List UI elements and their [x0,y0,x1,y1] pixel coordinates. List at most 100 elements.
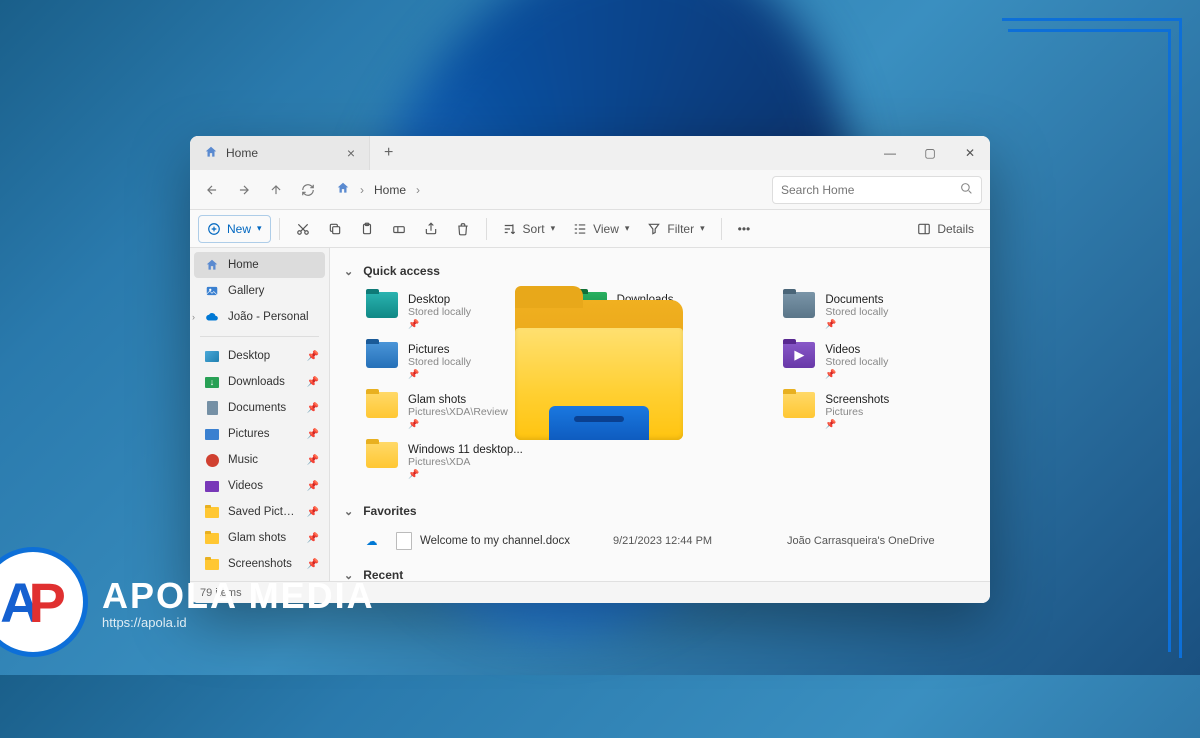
qa-subtitle: Stored locally [408,306,471,318]
chevron-right-icon: › [360,183,364,197]
address-bar: › Home › [190,170,990,210]
sidebar-item-label: Gallery [228,285,264,297]
chevron-right-icon: › [416,183,420,197]
new-tab-button[interactable]: + [370,136,407,170]
up-button[interactable] [262,176,290,204]
refresh-button[interactable] [294,176,322,204]
sidebar-item-saved-pictures[interactable]: Saved Pictures📌 [190,499,329,525]
minimize-button[interactable]: — [870,136,910,170]
music-icon [204,452,220,468]
watermark-url: https://apola.id [102,615,375,630]
pin-icon: 📌 [307,481,319,492]
qa-title: Screenshots [825,394,889,406]
folder-icon [204,504,220,520]
folder-icon [366,392,398,418]
home-icon [204,257,220,273]
quick-access-windows-desktop-[interactable]: Windows 11 desktop...Pictures\XDA📌 [366,440,559,484]
chevron-down-icon: ▾ [551,223,556,234]
copy-button[interactable] [320,215,350,243]
quick-access-screenshots[interactable]: ScreenshotsPictures📌 [783,390,976,434]
chevron-down-icon: ▾ [625,223,630,234]
titlebar: Home × + — ▢ ✕ [190,136,990,170]
watermark-brand: APOLA MEDIA [102,575,375,617]
search-input[interactable] [781,183,954,197]
folder-icon [783,392,815,418]
pin-icon: 📌 [408,369,471,380]
pin-icon: 📌 [825,319,888,330]
chevron-down-icon: ⌄ [344,505,353,518]
sidebar-item-music[interactable]: Music📌 [190,447,329,473]
sidebar-item-label: Home [228,259,259,271]
pin-icon: 📌 [408,469,523,480]
cloud-icon: ☁ [366,534,392,548]
share-button[interactable] [416,215,446,243]
tab-home[interactable]: Home × [190,136,370,170]
forward-button[interactable] [230,176,258,204]
sort-button[interactable]: Sort ▾ [495,215,564,243]
qa-subtitle: Stored locally [825,356,888,368]
paste-button[interactable] [352,215,382,243]
search-box[interactable] [772,176,982,204]
chevron-right-icon: › [192,312,195,322]
breadcrumb-home[interactable]: Home [374,183,406,197]
filter-button[interactable]: Filter ▾ [639,215,712,243]
sidebar-item-desktop[interactable]: Desktop📌 [190,343,329,369]
sidebar-item-gallery[interactable]: Gallery [190,278,329,304]
document-icon [396,532,412,550]
cut-button[interactable] [288,215,318,243]
sidebar: HomeGallery›João - PersonalDesktop📌↓Down… [190,248,330,581]
quick-access-videos[interactable]: ▶VideosStored locally📌 [783,340,976,384]
section-recent[interactable]: ⌄ Recent [344,562,976,581]
qa-title: Glam shots [408,394,508,406]
breadcrumb[interactable]: › Home › [326,181,430,198]
close-window-button[interactable]: ✕ [950,136,990,170]
sidebar-item-jo-o-personal[interactable]: ›João - Personal [190,304,329,330]
decor-corner-lines [1002,18,1182,658]
documents-icon [204,400,220,416]
quick-access-documents[interactable]: DocumentsStored locally📌 [783,290,976,334]
pin-icon: 📌 [825,419,889,430]
file-explorer-logo-icon [515,300,683,440]
delete-button[interactable] [448,215,478,243]
chevron-down-icon: ▾ [257,223,262,234]
sidebar-item-label: Pictures [228,428,270,440]
back-button[interactable] [198,176,226,204]
file-name: Welcome to my channel.docx [420,535,609,547]
more-button[interactable]: ••• [730,215,759,243]
sidebar-item-label: Desktop [228,350,270,362]
close-tab-icon[interactable]: × [347,145,355,161]
qa-title: Videos [825,344,888,356]
desktop-icon [204,348,220,364]
home-icon [204,145,218,162]
sidebar-item-documents[interactable]: Documents📌 [190,395,329,421]
pin-icon: 📌 [307,429,319,440]
sidebar-item-label: Music [228,454,258,466]
new-button[interactable]: New ▾ [198,215,271,243]
onedrive-icon [204,309,220,325]
sidebar-item-label: Downloads [228,376,285,388]
file-location: João Carrasqueira's OneDrive [787,535,976,547]
view-button[interactable]: View ▾ [565,215,637,243]
sidebar-item-home[interactable]: Home [194,252,325,278]
qa-subtitle: Stored locally [408,356,471,368]
file-row[interactable]: ☁Welcome to my channel.docx9/21/2023 12:… [366,528,976,554]
videos-icon [204,478,220,494]
sidebar-item-label: Glam shots [228,532,286,544]
pin-icon: 📌 [408,419,508,430]
section-quick-access[interactable]: ⌄ Quick access [344,258,976,284]
pin-icon: 📌 [307,377,319,388]
details-button[interactable]: Details [909,215,982,243]
apola-logo-icon: AP [0,547,88,657]
sidebar-item-videos[interactable]: Videos📌 [190,473,329,499]
gallery-icon [204,283,220,299]
qa-subtitle: Pictures\XDA [408,456,523,468]
section-favorites[interactable]: ⌄ Favorites [344,498,976,524]
pictures-icon [204,426,220,442]
rename-button[interactable] [384,215,414,243]
maximize-button[interactable]: ▢ [910,136,950,170]
sidebar-item-downloads[interactable]: ↓Downloads📌 [190,369,329,395]
sidebar-item-pictures[interactable]: Pictures 📌 [190,421,329,447]
pin-icon: 📌 [307,507,319,518]
qa-subtitle: Pictures [825,406,889,418]
folder-icon [204,530,220,546]
